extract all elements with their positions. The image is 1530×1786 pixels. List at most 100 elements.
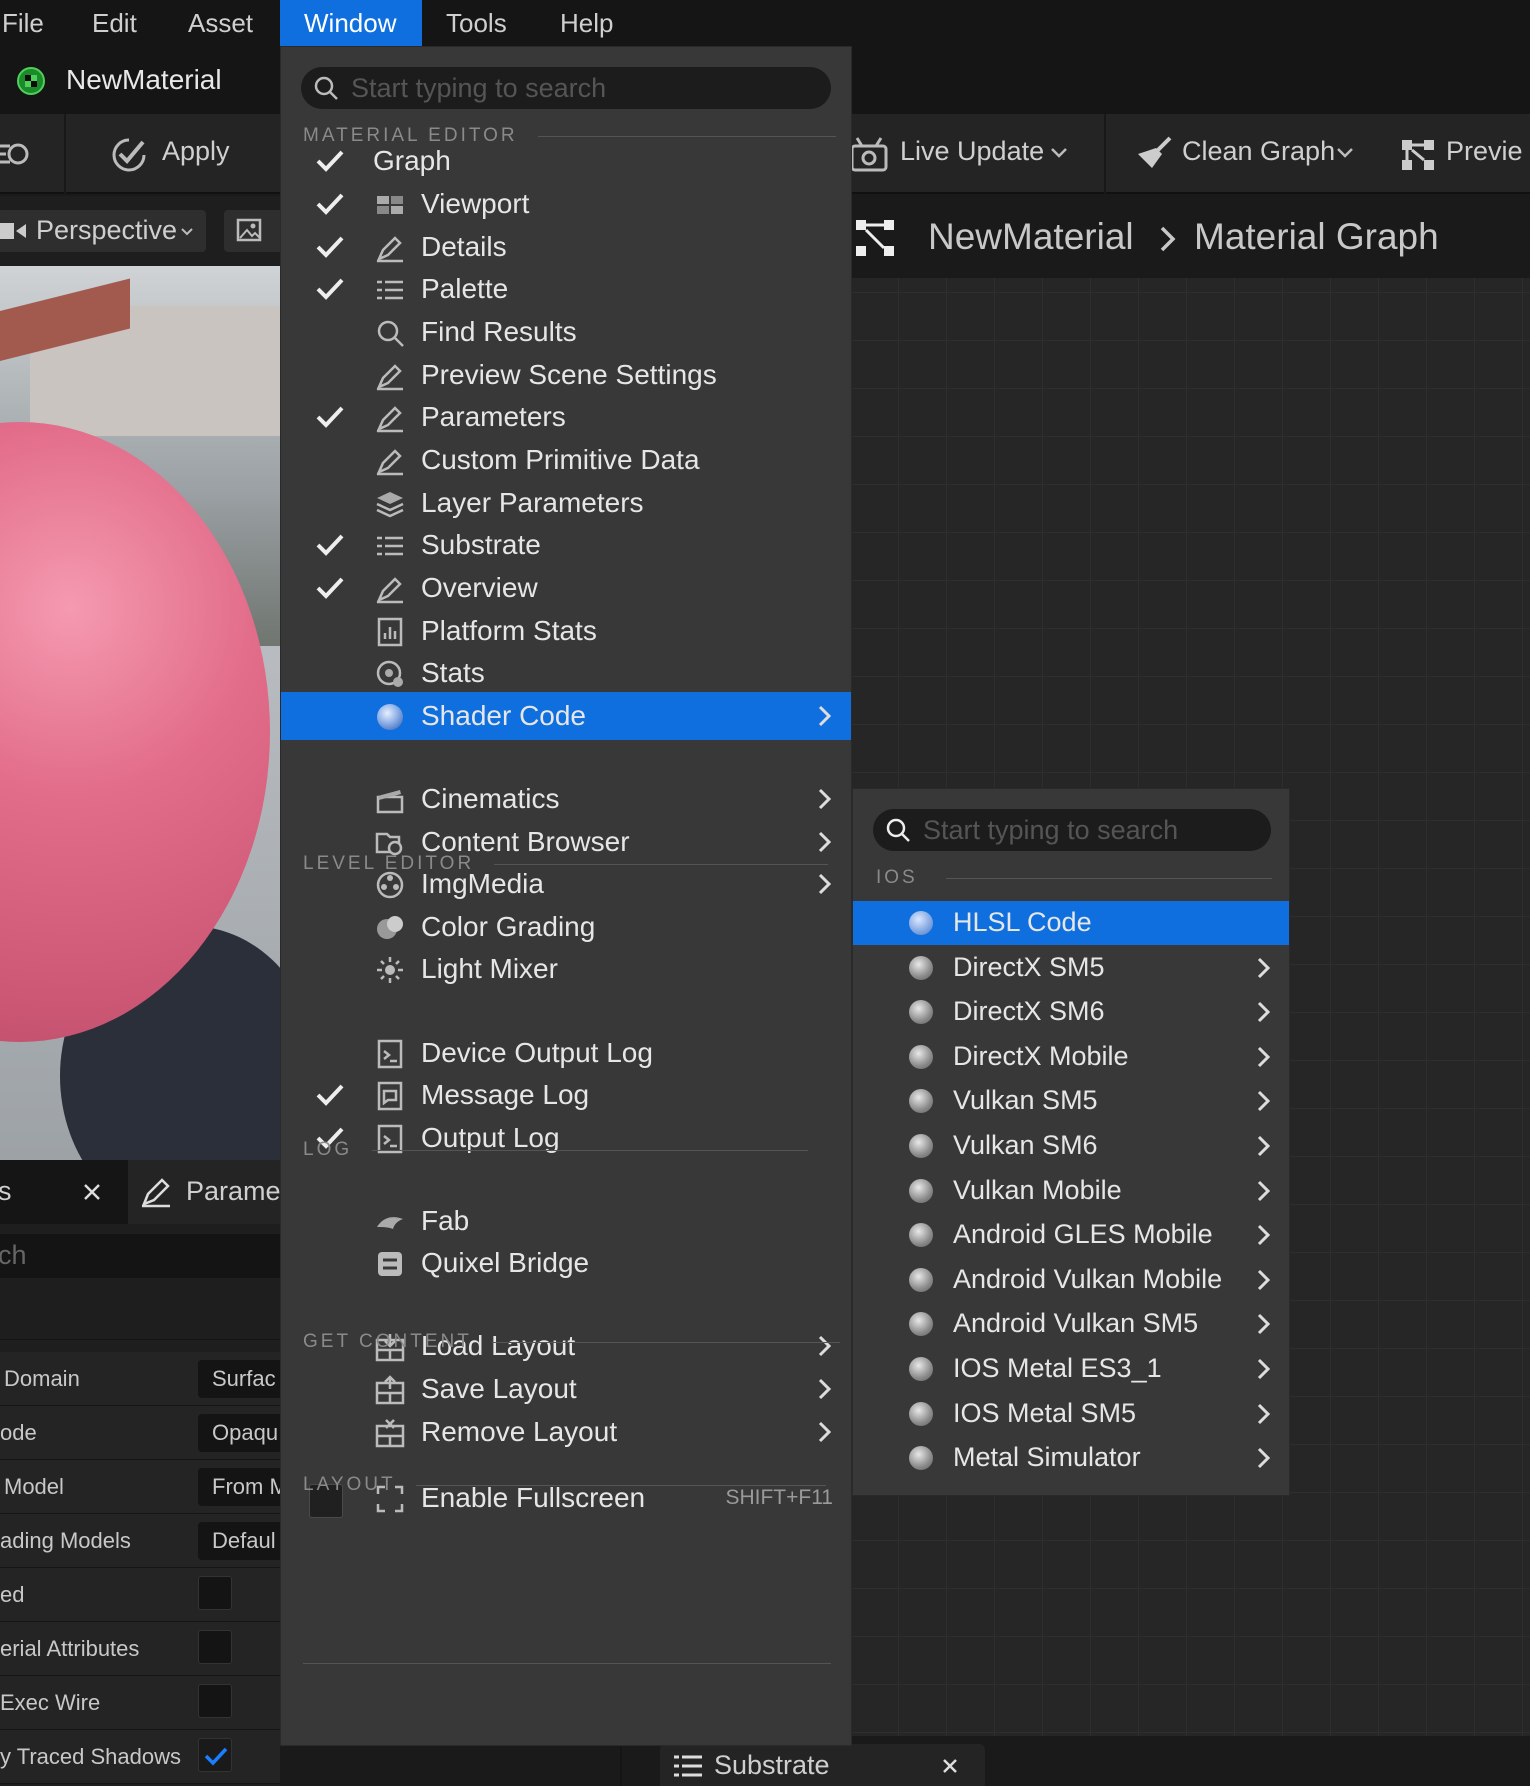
property-checkbox[interactable]	[198, 1630, 232, 1664]
clean-graph-button[interactable]: Clean Graph	[1134, 132, 1364, 176]
parameters-tab-label: Parame	[186, 1176, 281, 1206]
menu-item-shader-code[interactable]: Shader Code	[281, 692, 851, 740]
property-checkbox[interactable]	[198, 1576, 232, 1610]
menu-item-remove-layout[interactable]: Remove Layout	[281, 1408, 851, 1456]
menu-item-palette[interactable]: Palette	[281, 265, 851, 313]
menu-item-message-log[interactable]: Message Log	[281, 1071, 851, 1119]
chevron-right-icon	[1255, 1045, 1273, 1069]
menu-tools[interactable]: Tools	[422, 0, 531, 46]
menu-item-quixel-bridge[interactable]: Quixel Bridge	[281, 1239, 851, 1287]
search-icon	[313, 75, 339, 101]
breadcrumb-root[interactable]: NewMaterial	[928, 216, 1134, 258]
menu-item-device-output-log[interactable]: Device Output Log	[281, 1029, 851, 1077]
chevron-down-icon	[1050, 144, 1068, 162]
shader-item-vulkan-sm6[interactable]: Vulkan SM6	[853, 1124, 1289, 1168]
menu-item-platform-stats[interactable]: Platform Stats	[281, 607, 851, 655]
property-label: Exec Wire	[0, 1690, 101, 1715]
parameters-tab[interactable]: Parame	[128, 1160, 288, 1224]
message-log-icon	[375, 1081, 405, 1111]
chevron-down-icon	[1336, 144, 1354, 162]
menu-item-cinematics[interactable]: Cinematics	[281, 775, 851, 823]
shader-item-vulkan-mobile[interactable]: Vulkan Mobile	[853, 1169, 1289, 1213]
shader-item-android-gles-mobile[interactable]: Android GLES Mobile	[853, 1213, 1289, 1257]
image-settings-icon	[236, 218, 264, 244]
menu-divider	[303, 1663, 831, 1664]
menu-item-custom-primitive-data[interactable]: Custom Primitive Data	[281, 436, 851, 484]
shader-item-ios-metal-es3-1[interactable]: IOS Metal ES3_1	[853, 1347, 1289, 1391]
preview-button[interactable]: Previe	[1400, 132, 1530, 176]
close-icon[interactable]	[942, 1758, 958, 1774]
menu-item-color-grading[interactable]: Color Grading	[281, 903, 851, 951]
submenu-search-input[interactable]	[923, 809, 1242, 851]
details-icon	[375, 446, 405, 476]
menu-item-viewport[interactable]: Viewport	[281, 180, 851, 228]
chevron-right-icon	[1255, 1179, 1273, 1203]
menu-item-preview-scene-settings[interactable]: Preview Scene Settings	[281, 351, 851, 399]
stats-icon	[375, 617, 405, 647]
asset-tab-title[interactable]: NewMaterial	[66, 64, 222, 96]
menu-item-parameters[interactable]: Parameters	[281, 393, 851, 441]
details-category-header[interactable]	[0, 1300, 280, 1340]
preview-viewport[interactable]	[0, 266, 280, 1160]
sphere-icon	[909, 1089, 933, 1114]
shader-item-directx-mobile[interactable]: DirectX Mobile	[853, 1035, 1289, 1079]
view-mode-dropdown[interactable]	[224, 210, 284, 252]
menu-edit[interactable]: Edit	[68, 0, 161, 46]
menu-item-details[interactable]: Details	[281, 223, 851, 271]
window-menu-dropdown: MATERIAL EDITOR GraphViewportDetailsPale…	[280, 46, 852, 1746]
menu-asset[interactable]: Asset	[164, 0, 277, 46]
menu-item-light-mixer[interactable]: Light Mixer	[281, 945, 851, 993]
property-dropdown[interactable]: Defaul	[198, 1522, 288, 1560]
shader-item-android-vulkan-sm5[interactable]: Android Vulkan SM5	[853, 1302, 1289, 1346]
menu-file[interactable]: File	[0, 0, 68, 46]
sphere-icon	[375, 702, 405, 732]
menu-item-stats[interactable]: Stats	[281, 649, 851, 697]
shader-item-vulkan-sm5[interactable]: Vulkan SM5	[853, 1079, 1289, 1123]
section-label: LAYOUT	[303, 1474, 396, 1495]
menu-item-overview[interactable]: Overview	[281, 564, 851, 612]
shader-item-label: DirectX SM5	[953, 951, 1105, 982]
property-label: erial Attributes	[0, 1636, 140, 1661]
chevron-down-icon	[180, 226, 194, 238]
live-update-button[interactable]: Live Update	[850, 132, 1090, 176]
checkmark-icon	[315, 403, 345, 431]
menu-item-fab[interactable]: Fab	[281, 1197, 851, 1245]
property-dropdown[interactable]: Opaqu	[198, 1414, 288, 1452]
shader-item-android-vulkan-mobile[interactable]: Android Vulkan Mobile	[853, 1258, 1289, 1302]
shader-item-directx-sm5[interactable]: DirectX SM5	[853, 946, 1289, 990]
chevron-right-icon	[1255, 1223, 1273, 1247]
property-label: Domain	[4, 1366, 80, 1391]
menu-help[interactable]: Help	[536, 0, 637, 46]
menu-item-label: Stats	[421, 657, 485, 688]
property-dropdown[interactable]: Surfac	[198, 1360, 288, 1398]
shader-item-hlsl-code[interactable]: HLSL Code	[853, 901, 1289, 945]
sphere-icon	[909, 1401, 933, 1426]
details-tab-label[interactable]: s	[0, 1176, 12, 1207]
perspective-dropdown[interactable]: Perspective	[0, 210, 206, 252]
shader-item-directx-sm6[interactable]: DirectX SM6	[853, 990, 1289, 1034]
broom-icon	[1134, 134, 1174, 174]
menu-item-label: Viewport	[421, 188, 530, 219]
menu-item-find-results[interactable]: Find Results	[281, 308, 851, 356]
shader-item-metal-simulator[interactable]: Metal Simulator	[853, 1436, 1289, 1480]
breadcrumb-leaf[interactable]: Material Graph	[1194, 216, 1439, 258]
sphere-icon	[909, 1312, 933, 1337]
browse-icon[interactable]	[0, 138, 32, 170]
property-checkbox-checked[interactable]	[198, 1738, 232, 1772]
menu-window[interactable]: Window	[280, 0, 422, 46]
shader-item-ios-metal-sm5[interactable]: IOS Metal SM5	[853, 1392, 1289, 1436]
property-dropdown[interactable]: From M	[198, 1468, 288, 1506]
menu-search-field[interactable]	[301, 67, 831, 109]
menu-item-label: Color Grading	[421, 911, 596, 942]
close-icon[interactable]	[82, 1182, 102, 1202]
property-checkbox[interactable]	[198, 1684, 232, 1718]
menu-item-layer-parameters[interactable]: Layer Parameters	[281, 479, 851, 527]
menu-item-substrate[interactable]: Substrate	[281, 521, 851, 569]
menu-item-save-layout[interactable]: Save Layout	[281, 1365, 851, 1413]
details-search-input[interactable]: ch	[0, 1234, 280, 1278]
menu-item-label: Parameters	[421, 401, 566, 432]
submenu-search-field[interactable]	[873, 809, 1271, 851]
menu-item-graph[interactable]: Graph	[281, 137, 851, 185]
substrate-tab[interactable]: Substrate	[660, 1744, 985, 1786]
menu-search-input[interactable]	[351, 67, 775, 109]
